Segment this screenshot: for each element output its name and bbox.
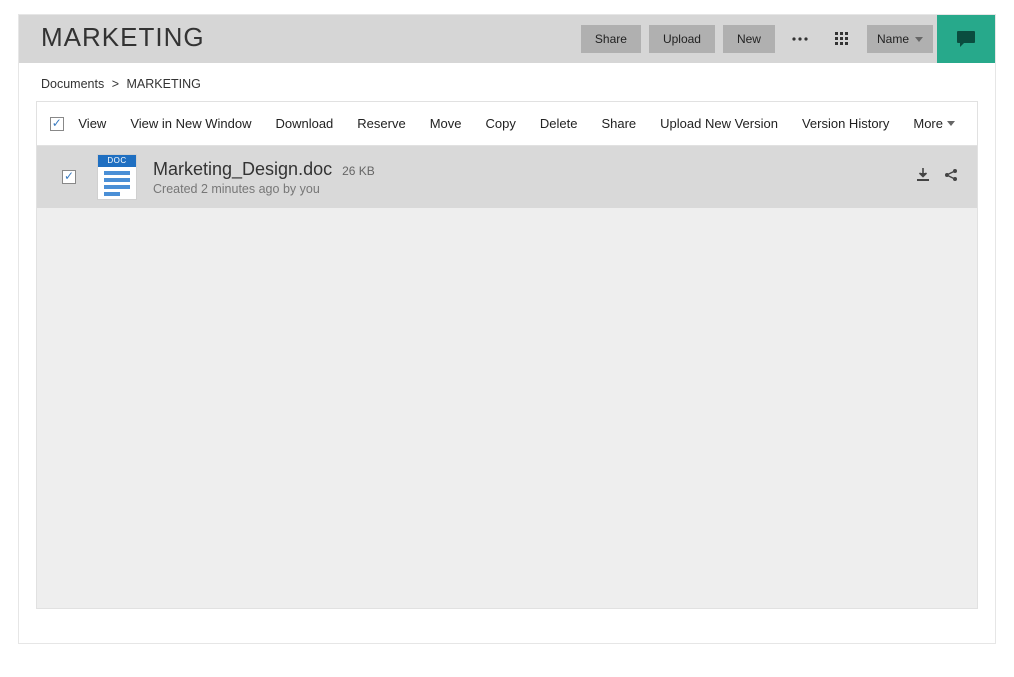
- action-move[interactable]: Move: [418, 116, 474, 131]
- header-bar: MARKETING Share Upload New Name: [19, 15, 995, 63]
- action-view[interactable]: View: [66, 116, 118, 131]
- more-options-button[interactable]: [783, 25, 817, 53]
- file-checkbox[interactable]: [62, 170, 76, 184]
- sort-dropdown[interactable]: Name: [867, 25, 933, 53]
- chevron-down-icon: [915, 37, 923, 42]
- breadcrumb-current: MARKETING: [127, 77, 201, 91]
- content-panel: View View in New Window Download Reserve…: [36, 101, 978, 609]
- action-more[interactable]: More: [901, 116, 967, 131]
- breadcrumb-root[interactable]: Documents: [41, 77, 104, 91]
- file-meta: Marketing_Design.doc 26 KB Created 2 min…: [153, 159, 915, 196]
- action-copy[interactable]: Copy: [474, 116, 528, 131]
- share-icon-button[interactable]: [943, 167, 959, 188]
- file-subtitle: Created 2 minutes ago by you: [153, 182, 915, 196]
- upload-button[interactable]: Upload: [649, 25, 715, 53]
- file-name[interactable]: Marketing_Design.doc: [153, 159, 332, 180]
- ellipsis-icon: [792, 37, 808, 41]
- action-view-new-window[interactable]: View in New Window: [118, 116, 263, 131]
- comment-icon: [956, 30, 976, 48]
- download-icon: [915, 167, 931, 183]
- grid-view-button[interactable]: [825, 25, 859, 53]
- page-title: MARKETING: [19, 15, 227, 63]
- select-all-checkbox[interactable]: [50, 117, 64, 131]
- file-size: 26 KB: [342, 164, 375, 178]
- file-row[interactable]: DOC Marketing_Design.doc 26 KB Created 2…: [37, 146, 977, 208]
- action-bar: View View in New Window Download Reserve…: [37, 102, 977, 146]
- new-button[interactable]: New: [723, 25, 775, 53]
- app-frame: MARKETING Share Upload New Name Document…: [18, 14, 996, 644]
- share-button[interactable]: Share: [581, 25, 641, 53]
- action-reserve[interactable]: Reserve: [345, 116, 417, 131]
- action-download[interactable]: Download: [263, 116, 345, 131]
- comments-button[interactable]: [937, 15, 995, 63]
- download-icon-button[interactable]: [915, 167, 931, 188]
- action-delete[interactable]: Delete: [528, 116, 590, 131]
- share-icon: [943, 167, 959, 183]
- action-share[interactable]: Share: [589, 116, 648, 131]
- chevron-down-icon: [947, 121, 955, 126]
- doc-file-icon: DOC: [97, 154, 137, 200]
- grid-icon: [835, 32, 849, 46]
- breadcrumb-separator: >: [108, 77, 123, 91]
- action-version-history[interactable]: Version History: [790, 116, 901, 131]
- action-upload-new-version[interactable]: Upload New Version: [648, 116, 790, 131]
- breadcrumb: Documents > MARKETING: [19, 63, 995, 101]
